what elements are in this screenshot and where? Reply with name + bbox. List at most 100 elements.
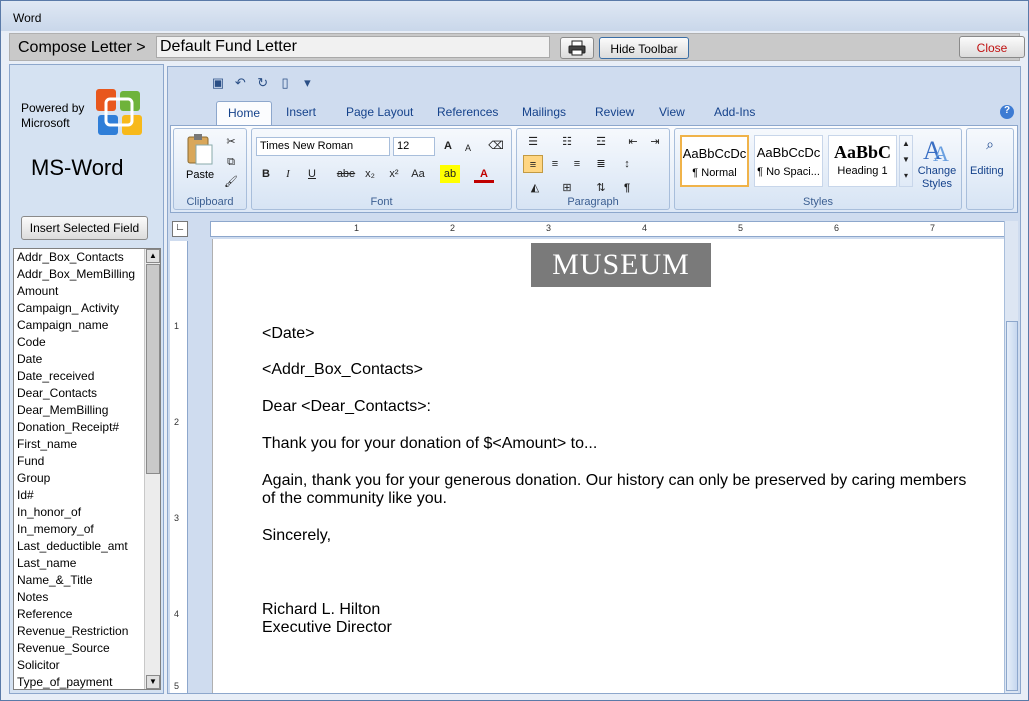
document-scroll-thumb[interactable]: [1006, 321, 1018, 691]
styles-scroll-icon[interactable]: ▲ ▼ ▾: [899, 135, 913, 187]
italic-button[interactable]: I: [278, 165, 298, 183]
change-styles-button[interactable]: Change Styles: [915, 165, 959, 191]
field-list-item[interactable]: Reference: [14, 606, 160, 623]
field-list-item[interactable]: Addr_Box_MemBilling: [14, 266, 160, 283]
field-list-item[interactable]: In_memory_of: [14, 521, 160, 538]
field-list-item[interactable]: Addr_Box_Contacts: [14, 249, 160, 266]
field-list-item[interactable]: Dear_Contacts: [14, 385, 160, 402]
field-list-item[interactable]: Group: [14, 470, 160, 487]
numbering-icon[interactable]: ☷: [557, 133, 577, 151]
hide-toolbar-button[interactable]: Hide Toolbar: [599, 37, 689, 59]
address-field: <Addr_Box_Contacts>: [262, 361, 423, 378]
show-formatting-icon[interactable]: ¶: [617, 179, 637, 197]
new-document-icon[interactable]: ▯: [277, 75, 293, 91]
highlight-icon[interactable]: ab: [440, 165, 460, 183]
horizontal-ruler[interactable]: 1 2 3 4 5 6 7: [210, 221, 1005, 237]
style-heading-1[interactable]: AaBbC Heading 1: [828, 135, 897, 187]
tab-mailings[interactable]: Mailings: [522, 105, 566, 119]
increase-indent-icon[interactable]: ⇥: [645, 133, 665, 151]
grow-font-icon[interactable]: A: [438, 137, 458, 155]
clear-formatting-icon[interactable]: ⌫: [486, 137, 506, 155]
field-list-item[interactable]: First_name: [14, 436, 160, 453]
field-list-item[interactable]: Campaign_name: [14, 317, 160, 334]
cut-icon[interactable]: ✂: [221, 133, 241, 151]
field-list-item[interactable]: Date: [14, 351, 160, 368]
shrink-font-icon[interactable]: A: [458, 139, 478, 157]
insert-selected-field-button[interactable]: Insert Selected Field: [21, 216, 148, 240]
decrease-indent-icon[interactable]: ⇤: [623, 133, 643, 151]
paste-icon[interactable]: [186, 133, 214, 165]
bullets-icon[interactable]: ☰: [523, 133, 543, 151]
field-list-item[interactable]: Last_deductible_amt: [14, 538, 160, 555]
undo-icon[interactable]: ↶: [232, 75, 248, 91]
subscript-button[interactable]: x₂: [360, 165, 380, 183]
strikethrough-button[interactable]: abe: [336, 165, 356, 183]
customize-qat-icon[interactable]: ▾: [299, 75, 315, 91]
field-list-item[interactable]: Amount: [14, 283, 160, 300]
font-size-select[interactable]: 12: [393, 137, 435, 156]
help-icon[interactable]: ?: [1000, 105, 1014, 119]
align-left-icon[interactable]: ≡: [523, 155, 543, 173]
superscript-button[interactable]: x²: [384, 165, 404, 183]
save-icon[interactable]: ▣: [210, 75, 226, 91]
field-list-item[interactable]: Type_of_payment: [14, 674, 160, 689]
style-no-spacing[interactable]: AaBbCcDc ¶ No Spaci...: [754, 135, 823, 187]
tab-page-layout[interactable]: Page Layout: [346, 105, 413, 119]
scroll-thumb[interactable]: [146, 264, 160, 474]
editing-button[interactable]: Editing: [970, 165, 1004, 177]
style-normal[interactable]: AaBbCcDc ¶ Normal: [680, 135, 749, 187]
line-spacing-icon[interactable]: ↕: [617, 155, 637, 173]
font-name-select[interactable]: Times New Roman: [256, 137, 390, 156]
merge-field-list[interactable]: Addr_Box_Contacts Addr_Box_MemBilling Amou…: [13, 248, 161, 690]
tab-insert[interactable]: Insert: [286, 105, 316, 119]
field-list-item[interactable]: Donation_Receipt#: [14, 419, 160, 436]
copy-icon[interactable]: ⧉: [221, 153, 241, 171]
bold-button[interactable]: B: [256, 165, 276, 183]
field-list-item[interactable]: Id#: [14, 487, 160, 504]
letter-name-field[interactable]: Default Fund Letter: [156, 36, 550, 58]
document-page[interactable]: MUSEUM <Date> <Addr_Box_Contacts> Dear <…: [212, 239, 1004, 693]
scroll-down-icon[interactable]: ▼: [146, 675, 160, 689]
field-list-item[interactable]: In_honor_of: [14, 504, 160, 521]
powered-by: Powered by Microsoft: [21, 101, 84, 131]
field-list-item[interactable]: Date_received: [14, 368, 160, 385]
print-button[interactable]: [560, 37, 594, 59]
redo-icon[interactable]: ↻: [255, 75, 271, 91]
tab-view[interactable]: View: [659, 105, 685, 119]
field-list-item[interactable]: Revenue_Source: [14, 640, 160, 657]
field-list-item[interactable]: Fund: [14, 453, 160, 470]
binoculars-icon[interactable]: ⌕: [980, 135, 1000, 153]
tab-add-ins[interactable]: Add-Ins: [714, 105, 755, 119]
paste-button[interactable]: Paste: [186, 169, 214, 181]
align-center-icon[interactable]: ≡: [545, 155, 565, 173]
field-list-item[interactable]: Name_&_Title: [14, 572, 160, 589]
field-list-item[interactable]: Last_name: [14, 555, 160, 572]
shading-icon[interactable]: ◭: [525, 179, 545, 197]
field-list-item[interactable]: Campaign_ Activity: [14, 300, 160, 317]
scroll-up-icon[interactable]: ▲: [146, 249, 160, 263]
change-styles-icon[interactable]: A A: [921, 133, 951, 163]
field-list-item[interactable]: Code: [14, 334, 160, 351]
field-list-scrollbar[interactable]: ▲ ▼: [144, 249, 160, 689]
paragraph-group-label: Paragraph: [567, 196, 619, 208]
field-list-item[interactable]: Solicitor: [14, 657, 160, 674]
justify-icon[interactable]: ≣: [591, 155, 611, 173]
align-right-icon[interactable]: ≡: [567, 155, 587, 173]
tab-home[interactable]: Home: [216, 101, 273, 127]
format-painter-icon[interactable]: 🖌: [221, 173, 241, 191]
document-scrollbar[interactable]: [1004, 221, 1018, 693]
tab-review[interactable]: Review: [595, 105, 634, 119]
field-list-item[interactable]: Notes: [14, 589, 160, 606]
close-button[interactable]: Close: [959, 36, 1025, 58]
change-case-button[interactable]: Aa: [408, 165, 428, 183]
font-color-icon[interactable]: A: [474, 165, 494, 183]
multilevel-list-icon[interactable]: ☲: [591, 133, 611, 151]
tab-references[interactable]: References: [437, 105, 498, 119]
field-list-item[interactable]: Revenue_Restriction: [14, 623, 160, 640]
ruler-number: 5: [738, 223, 744, 233]
tab-selector-icon[interactable]: ∟: [172, 221, 188, 237]
sort-icon[interactable]: ⇅: [591, 179, 611, 197]
underline-button[interactable]: U: [302, 165, 322, 183]
field-list-item[interactable]: Dear_MemBilling: [14, 402, 160, 419]
borders-icon[interactable]: ⊞: [557, 179, 577, 197]
